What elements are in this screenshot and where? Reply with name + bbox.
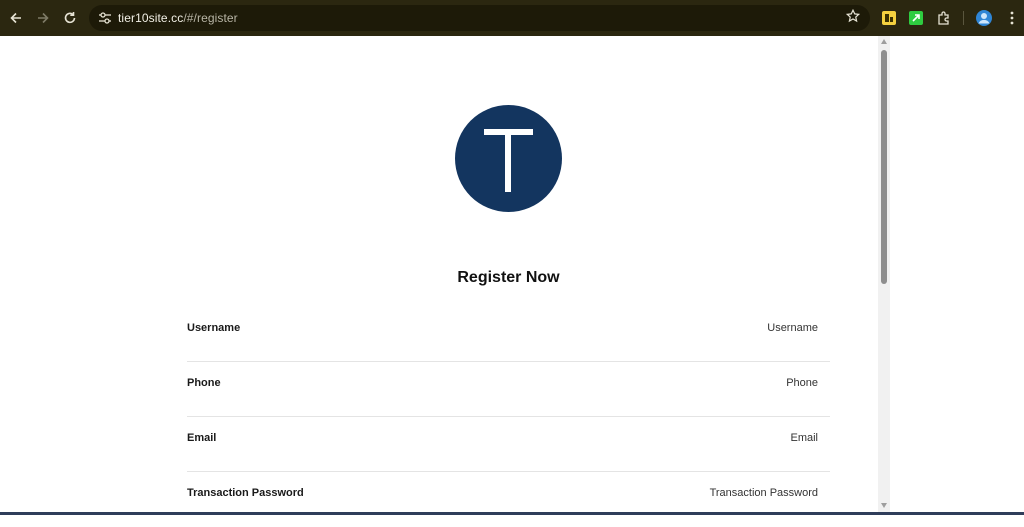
site-settings-icon[interactable] (97, 10, 113, 26)
scroll-down-arrow-icon[interactable] (881, 503, 887, 508)
toolbar-divider (963, 11, 964, 25)
username-input[interactable] (518, 318, 818, 338)
username-label: Username (187, 322, 241, 334)
url-text[interactable]: tier10site.cc/#/register (118, 11, 238, 25)
logo-t-icon (484, 129, 533, 192)
puzzle-extension-icon[interactable] (935, 9, 953, 27)
username-row: Username (187, 307, 830, 362)
transaction-password-label: Transaction Password (187, 487, 304, 499)
scroll-up-arrow-icon[interactable] (881, 39, 887, 44)
forward-button[interactable] (30, 5, 56, 31)
email-label: Email (187, 432, 217, 444)
transaction-password-input[interactable] (518, 483, 818, 503)
site-logo (455, 105, 562, 212)
arrow-right-icon (38, 12, 49, 24)
url-path: /#/register (183, 11, 238, 25)
phone-row: Phone (187, 362, 830, 417)
scroll-thumb[interactable] (881, 50, 887, 284)
menu-kebab-icon[interactable] (1003, 9, 1021, 27)
phone-input[interactable] (518, 373, 818, 393)
url-host: tier10site.cc (118, 11, 184, 25)
email-input[interactable] (518, 428, 818, 448)
yellow-extension-icon[interactable] (880, 9, 898, 27)
register-page: Register Now Username Phone Email Transa… (0, 36, 878, 512)
page-scrollbar[interactable] (878, 36, 890, 512)
browser-toolbar: tier10site.cc/#/register (0, 0, 1024, 36)
phone-label: Phone (187, 377, 221, 389)
profile-avatar-icon[interactable] (975, 9, 993, 27)
bookmark-button[interactable] (845, 8, 861, 27)
email-row: Email (187, 417, 830, 472)
star-icon (845, 8, 861, 23)
green-extension-icon[interactable] (907, 9, 925, 27)
page-title: Register Now (457, 269, 560, 286)
arrow-left-icon (10, 12, 21, 24)
transaction-password-row: Transaction Password (187, 472, 830, 527)
back-button[interactable] (3, 5, 29, 31)
reload-icon (64, 12, 76, 24)
address-bar[interactable]: tier10site.cc/#/register (89, 5, 870, 31)
reload-button[interactable] (57, 5, 83, 31)
